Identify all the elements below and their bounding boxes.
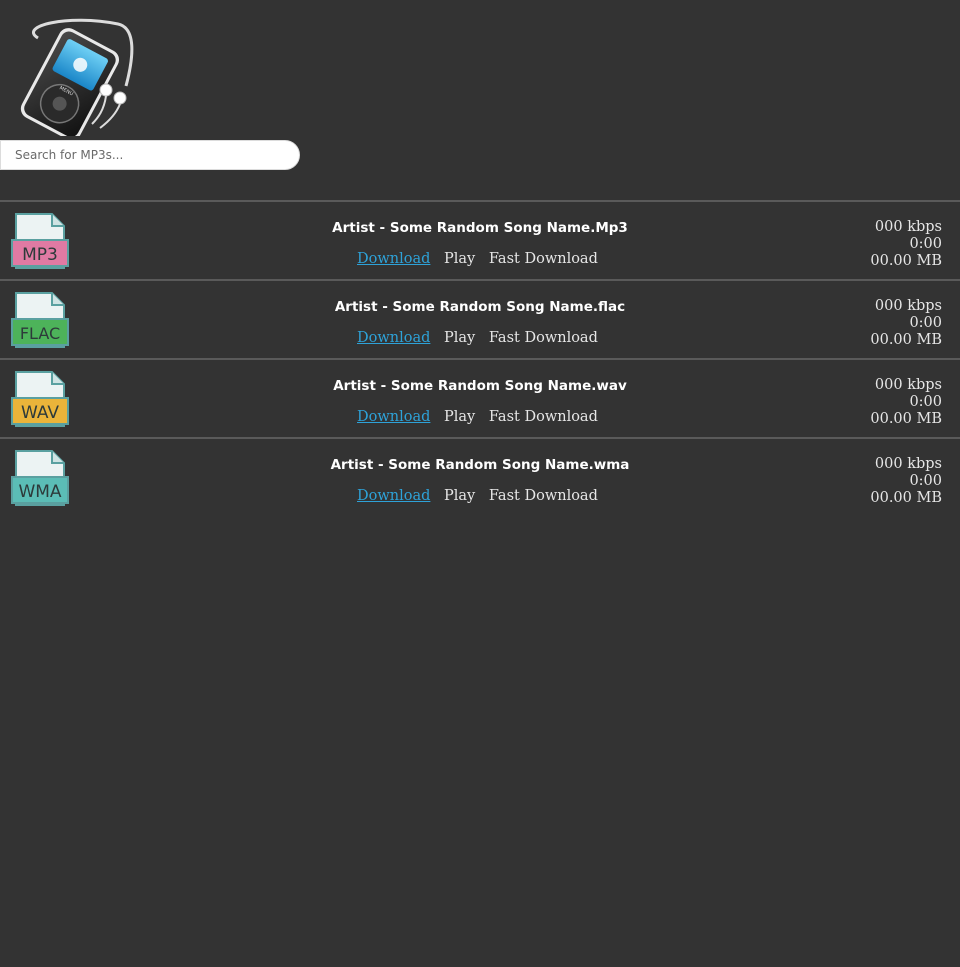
fast-download-link[interactable]: Fast Download bbox=[489, 488, 598, 504]
song-meta: 000 kbps 0:00 00.00 MB bbox=[870, 219, 942, 270]
file-size: 00.00 MB bbox=[870, 253, 942, 269]
fast-download-link[interactable]: Fast Download bbox=[489, 330, 598, 346]
download-link[interactable]: Download bbox=[357, 251, 430, 267]
song-title: Artist - Some Random Song Name.Mp3 bbox=[332, 220, 628, 236]
download-link[interactable]: Download bbox=[357, 330, 430, 346]
bitrate: 000 kbps bbox=[874, 219, 942, 235]
file-size: 00.00 MB bbox=[870, 490, 942, 506]
song-actions: Download Play Fast Download bbox=[357, 488, 598, 504]
song-actions: Download Play Fast Download bbox=[357, 251, 598, 267]
play-link[interactable]: Play bbox=[444, 330, 475, 346]
bitrate: 000 kbps bbox=[874, 377, 942, 393]
play-link[interactable]: Play bbox=[444, 251, 475, 267]
fast-download-link[interactable]: Fast Download bbox=[489, 251, 598, 267]
song-title: Artist - Some Random Song Name.flac bbox=[334, 299, 626, 315]
duration: 0:00 bbox=[909, 236, 942, 252]
download-link[interactable]: Download bbox=[357, 409, 430, 425]
flac-label: FLAC bbox=[20, 324, 60, 343]
bitrate: 000 kbps bbox=[874, 298, 942, 314]
list-item: FLAC Artist - Some Random Song Name.flac… bbox=[0, 279, 960, 358]
search-bar bbox=[0, 140, 300, 170]
bitrate: 000 kbps bbox=[874, 456, 942, 472]
mp3-label: MP3 bbox=[22, 245, 58, 265]
song-meta: 000 kbps 0:00 00.00 MB bbox=[870, 298, 942, 349]
song-title: Artist - Some Random Song Name.wma bbox=[330, 457, 630, 473]
fast-download-link[interactable]: Fast Download bbox=[489, 409, 598, 425]
song-actions: Download Play Fast Download bbox=[357, 409, 598, 425]
list-item: WMA Artist - Some Random Song Name.wma D… bbox=[0, 437, 960, 516]
song-title: Artist - Some Random Song Name.wav bbox=[333, 378, 627, 394]
duration: 0:00 bbox=[909, 473, 942, 489]
list-item: MP3 Artist - Some Random Song Name.Mp3 D… bbox=[0, 200, 960, 279]
ipod-logo-icon[interactable]: MENU bbox=[8, 16, 136, 141]
duration: 0:00 bbox=[909, 315, 942, 331]
list-item: WAV Artist - Some Random Song Name.wav D… bbox=[0, 358, 960, 437]
file-size: 00.00 MB bbox=[870, 411, 942, 427]
download-link[interactable]: Download bbox=[357, 488, 430, 504]
file-list: MP3 Artist - Some Random Song Name.Mp3 D… bbox=[0, 200, 960, 516]
play-link[interactable]: Play bbox=[444, 409, 475, 425]
file-size: 00.00 MB bbox=[870, 332, 942, 348]
song-meta: 000 kbps 0:00 00.00 MB bbox=[870, 456, 942, 507]
duration: 0:00 bbox=[909, 394, 942, 410]
wav-label: WAV bbox=[21, 403, 59, 423]
play-link[interactable]: Play bbox=[444, 488, 475, 504]
search-input[interactable] bbox=[0, 140, 300, 170]
song-actions: Download Play Fast Download bbox=[357, 330, 598, 346]
wma-label: WMA bbox=[18, 482, 61, 502]
song-meta: 000 kbps 0:00 00.00 MB bbox=[870, 377, 942, 428]
